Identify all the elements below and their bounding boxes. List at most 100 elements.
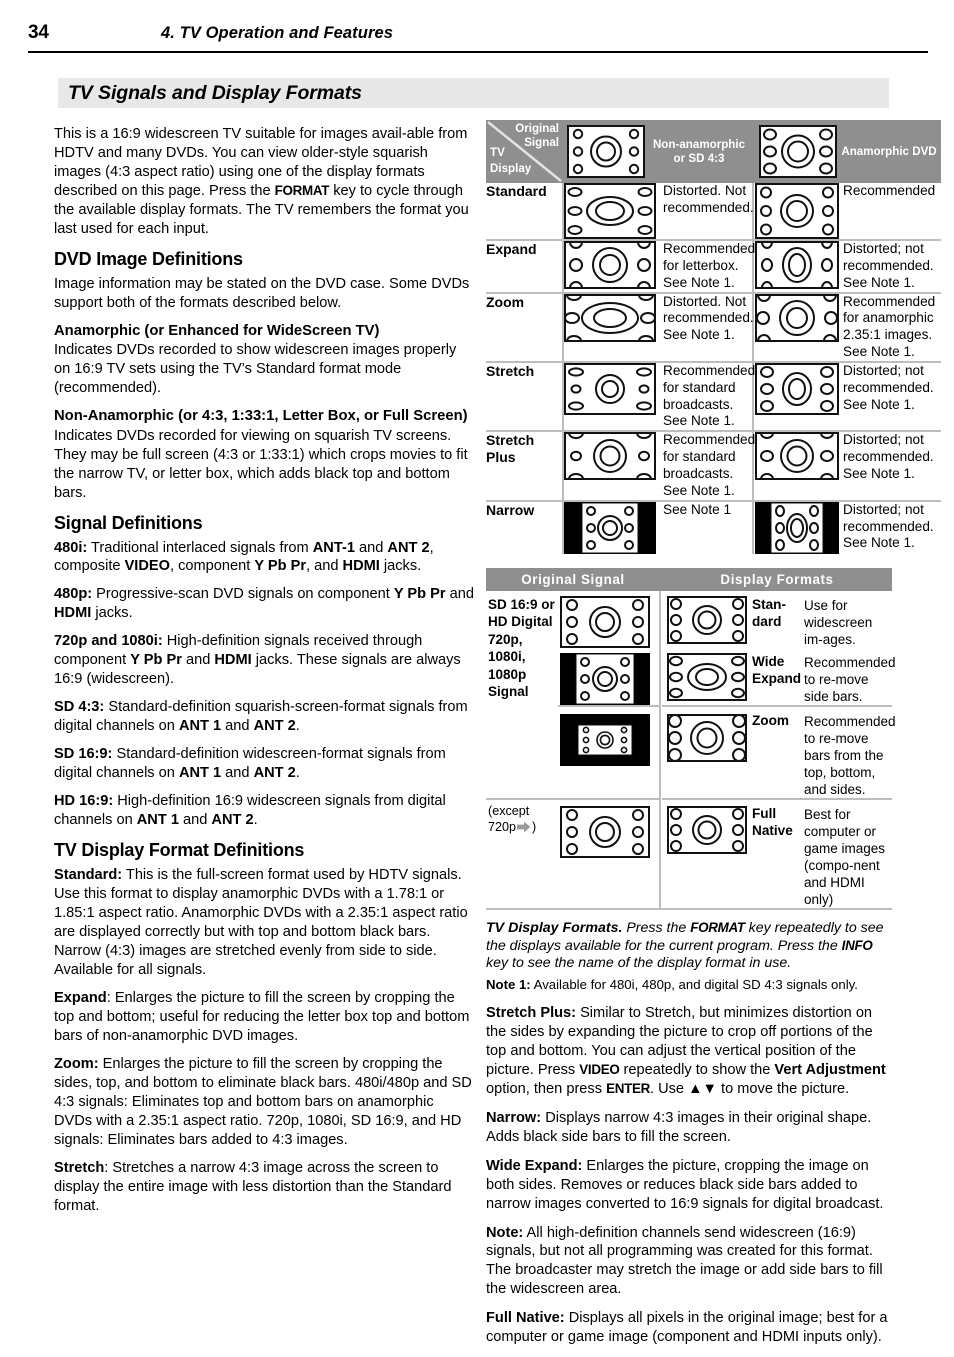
table1-col2-header: Anamorphic DVD: [755, 120, 942, 183]
definition-term: 720p and 1080i:: [54, 633, 163, 650]
table1-header-row: Original Signal TV Display Non-anamorphi…: [486, 120, 942, 183]
header-rule: [28, 51, 928, 53]
definition-term: Expand: [54, 989, 107, 1006]
except-tail: ): [532, 819, 537, 834]
dvd-image-definitions-heading: DVD Image Definitions: [54, 248, 243, 269]
tv-screen-icon-header-43: [567, 125, 645, 178]
row-label-narrow: Narrow: [486, 499, 563, 554]
definition-term: 480i:: [54, 539, 88, 556]
table-row: (except 720p ) Full Native Best for comp…: [486, 797, 893, 908]
cell-icon-stretch-43: [562, 360, 663, 432]
table2-header-display-formats: Display Formats: [662, 567, 893, 591]
definition-paragraph: 480i: Traditional interlaced signals fro…: [54, 539, 434, 575]
table2-signal-label: SD 16:9 or HD Digital 720p, 1080i, 1080p…: [488, 596, 555, 700]
non-anamorphic-heading: Non-Anamorphic (or 4:3, 1:33:1, Letter B…: [54, 408, 468, 425]
definition-paragraph: SD 16:9: Standard-definition widescreen-…: [54, 746, 446, 782]
cell-icon-stretchplus-43: [562, 430, 663, 501]
manual-page: 34 4. TV Operation and Features TV Signa…: [0, 0, 954, 1345]
table2-bottom-rule: [486, 907, 892, 910]
cell-icon-fmt-standard: [662, 591, 748, 648]
format-key-label: FORMAT: [274, 182, 330, 198]
definition-term: Zoom:: [54, 1055, 99, 1072]
non-anamorphic-body: Indicates DVDs recorded for viewing on s…: [54, 427, 468, 501]
cell-icon-expand-43: [562, 239, 663, 293]
corner-display-label: Display: [490, 162, 532, 175]
table-row: Zoom Distorted. Not recommended. See Not…: [486, 291, 942, 362]
definition-paragraph: Narrow: Displays narrow 4:3 images in th…: [486, 1109, 872, 1145]
table-row: Narrow See Note 1 Distorted; not recomme…: [486, 499, 942, 554]
definition-term: 480p:: [54, 586, 93, 603]
cell-icon-sig-fullnative: [558, 797, 660, 908]
row-label-zoom: Zoom: [486, 291, 563, 362]
cell-desc-zoom-43: Distorted. Not recommended. See Note 1.: [663, 291, 754, 362]
cell-icon-fmt-zoom: [662, 704, 748, 799]
definition-paragraph: 480p: Progressive-scan DVD signals on co…: [54, 586, 474, 622]
cell-icon-zoom-43: [562, 291, 663, 362]
definition-paragraph: 720p and 1080i: High-definition signals …: [54, 633, 461, 688]
cell-desc-narrow-43: See Note 1: [663, 499, 754, 554]
table1-col2-header-label: Anamorphic DVD: [841, 144, 937, 158]
section-banner: TV Signals and Display Formats: [58, 78, 889, 108]
row-label-expand: Expand: [486, 239, 563, 293]
table2-format-desc-wide-expand: Recommended to re-move side bars.: [804, 654, 896, 704]
table2-format-desc-standard: Use for widescreen im-ages.: [804, 597, 873, 647]
cell-desc-stretchplus-43: Recommended for standard broadcasts. See…: [663, 430, 755, 501]
caption-lead: TV Display Formats.: [486, 919, 623, 936]
tv-display-format-definitions-heading: TV Display Format Definitions: [54, 840, 305, 861]
table1-corner-header: Original Signal TV Display: [486, 120, 563, 183]
tv-display-formats-caption: TV Display Formats. Press the FORMAT key…: [486, 920, 896, 974]
definition-term: Stretch: [54, 1159, 105, 1176]
row-label-standard: Standard: [486, 183, 547, 199]
cell-desc-stretch-43: Recommended for standard broadcasts. See…: [663, 360, 755, 432]
cell-desc-narrow-anamorphic: Distorted; not recommended. See Note 1.: [843, 499, 942, 554]
table-row: Stretch Plus Recommended for standard br…: [486, 430, 942, 501]
table2-format-name-standard: Stan-dard: [752, 596, 786, 629]
anamorphic-heading: Anamorphic (or Enhanced for WideScreen T…: [54, 322, 380, 339]
cell-icon-fmt-wide-expand: [662, 648, 748, 706]
table2-format-desc-zoom: Recommended to re-move bars from the top…: [800, 704, 896, 799]
cell-desc-expand-anamorphic: Distorted; not recommended. See Note 1.: [843, 239, 942, 293]
table-row: Stretch Recommended for standard broadca…: [486, 360, 942, 432]
definition-term: Note:: [486, 1224, 524, 1241]
digital-signal-format-table: Original Signal Display Formats SD 16:9 …: [486, 567, 896, 908]
cell-desc-standard-anamorphic: Recommended: [843, 183, 936, 198]
row-label-stretch: Stretch: [486, 360, 563, 432]
cell-icon-stretch-anamorphic: [755, 360, 844, 432]
info-key-caption: INFO: [841, 937, 873, 953]
note-1-body: Available for 480i, 480p, and digital SD…: [530, 977, 858, 993]
right-arrow-icon: [517, 821, 531, 838]
cell-icon-narrow-anamorphic: [755, 499, 844, 554]
cell-icon-expand-anamorphic: [755, 239, 844, 293]
table2-format-name-wide-expand: Wide Expand: [752, 653, 802, 686]
row-label-stretch-plus: Stretch Plus: [486, 430, 563, 501]
caption-body-c: key to see the name of the display forma…: [486, 955, 792, 972]
signal-definitions-heading: Signal Definitions: [54, 512, 203, 533]
note-1: Note 1: Available for 480i, 480p, and di…: [486, 977, 896, 994]
definition-paragraph: Zoom: Enlarges the picture to fill the s…: [54, 1055, 472, 1148]
cell-icon-zoom-anamorphic: [755, 291, 844, 362]
definition-term: Full Native:: [486, 1310, 565, 1327]
definition-paragraph: Standard: This is the full-screen format…: [54, 867, 468, 978]
definition-paragraph: Wide Expand: Enlarges the picture, cropp…: [486, 1157, 884, 1212]
definition-paragraph: Stretch Plus: Similar to Stretch, but mi…: [486, 1004, 886, 1097]
table1-col1-header: Non-anamorphic or SD 4:3: [563, 120, 754, 183]
definition-paragraph: Expand: Enlarges the picture to fill the…: [54, 989, 470, 1044]
definition-paragraph: Full Native: Displays all pixels in the …: [486, 1310, 888, 1346]
definition-term: SD 16:9:: [54, 746, 113, 763]
section-title: TV Signals and Display Formats: [68, 82, 362, 104]
cell-desc-expand-43: Recommended for letterbox. See Note 1.: [663, 239, 755, 293]
note-1-term: Note 1:: [486, 977, 531, 993]
cell-desc-standard-43: Distorted. Not recommended.: [663, 183, 754, 215]
dvd-intro-paragraph: Image information may be stated on the D…: [54, 275, 470, 311]
definition-term: HD 16:9:: [54, 793, 114, 810]
left-column: This is a 16:9 widescreen TV suitable fo…: [54, 125, 474, 1225]
definition-paragraph: HD 16:9: High-definition 16:9 widescreen…: [54, 793, 446, 829]
corner-signal-label: Signal: [524, 136, 559, 149]
table2-format-name-full-native: Full Native: [748, 797, 800, 908]
table-row: Standard Distorted. Not recommended. Rec…: [486, 183, 941, 240]
cell-icon-narrow-43: [562, 499, 663, 554]
page-number: 34: [28, 22, 49, 43]
corner-original-label: Original: [515, 122, 559, 135]
format-key-caption: FORMAT: [690, 919, 745, 935]
table-row: SD 16:9 or HD Digital 720p, 1080i, 1080p…: [486, 590, 892, 908]
